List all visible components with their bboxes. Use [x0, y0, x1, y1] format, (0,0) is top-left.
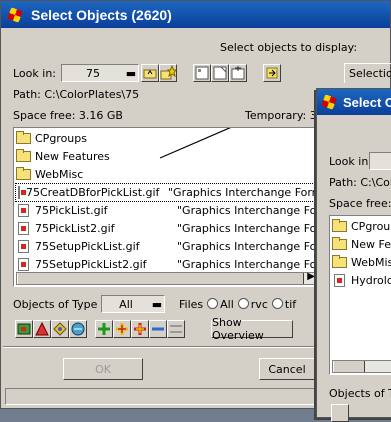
- add-all-icon[interactable]: [131, 320, 149, 338]
- second-file-list[interactable]: CPgroup New Fe WebMisc Hydrolo: [329, 215, 391, 375]
- file-name: Hydrolo: [351, 274, 391, 287]
- second-select-objects-window: Select O Look in: Path: C:\Colo Space fr…: [316, 88, 391, 422]
- gif-file-icon: [18, 258, 29, 271]
- folder-icon: [332, 219, 347, 232]
- files-filter-label: Files All rvc tif: [179, 298, 296, 311]
- second-look-in-dropdown[interactable]: [369, 152, 391, 170]
- list-item[interactable]: 75PickList2.gif "Graphics Interchange Fo…: [16, 220, 348, 237]
- horizontal-scrollbar[interactable]: ▶: [16, 271, 318, 285]
- file-name: 75SetupPickList.gif: [35, 240, 140, 253]
- file-name: CPgroup: [351, 220, 391, 233]
- show-overview-button[interactable]: Show Overview: [211, 316, 293, 342]
- file-name: New Fe: [351, 238, 391, 251]
- new-folder-icon[interactable]: [229, 64, 247, 82]
- title-bar[interactable]: Select Objects (2620): [1, 1, 390, 28]
- cad-select-icon[interactable]: [51, 320, 69, 338]
- file-name: CPgroups: [35, 132, 87, 145]
- look-in-label: Look in:: [13, 67, 56, 80]
- file-name: WebMisc: [351, 256, 391, 269]
- gif-file-icon: [18, 204, 29, 217]
- list-item-selected[interactable]: 75CreatDBforPickList.gif "Graphics Inter…: [15, 183, 339, 202]
- list-item[interactable]: CPgroups: [16, 130, 87, 147]
- filter-rvc-label: rvc: [250, 298, 268, 311]
- folder-icon: [16, 149, 31, 162]
- files-label: Files: [179, 298, 204, 311]
- second-horizontal-scrollbar[interactable]: [332, 360, 391, 373]
- scrollbar-thumb[interactable]: [333, 361, 365, 372]
- file-icon: [334, 274, 345, 287]
- tin-select-icon[interactable]: [69, 320, 87, 338]
- second-path-text: Path: C:\Colo: [329, 176, 391, 189]
- vector-select-icon[interactable]: [33, 320, 51, 338]
- file-name: 75CreatDBforPickList.gif: [26, 186, 160, 199]
- raster-select-icon[interactable]: [15, 320, 33, 338]
- radio-rvc[interactable]: [237, 298, 249, 309]
- radio-all[interactable]: [207, 298, 219, 309]
- objects-of-type-value: All: [119, 297, 133, 311]
- gif-file-icon: [18, 222, 29, 235]
- objects-of-type-label: Objects of Type: [13, 298, 98, 311]
- window-title: Select Objects (2620): [31, 6, 172, 23]
- dropdown-arrow-icon: ▬: [151, 297, 163, 311]
- file-name: 75PickList2.gif: [35, 222, 115, 235]
- folder-icon: [332, 237, 347, 250]
- temporary-space-text: Temporary: 3.2: [245, 109, 328, 122]
- add-green-icon[interactable]: [95, 320, 113, 338]
- app-icon: [321, 94, 339, 110]
- file-name: New Features: [35, 150, 110, 163]
- status-bar: [5, 388, 323, 405]
- file-type: "Graphics Interchange Format": [168, 186, 339, 199]
- list-item[interactable]: WebMisc: [16, 166, 83, 183]
- list-item[interactable]: New Fe: [332, 236, 391, 253]
- ok-button[interactable]: OK: [63, 358, 143, 380]
- file-name: 75SetupPickList2.gif: [35, 258, 147, 271]
- list-item[interactable]: CPgroup: [332, 218, 391, 235]
- path-text: Path: C:\ColorPlates\75: [13, 88, 140, 101]
- second-window-title: Select O: [343, 94, 391, 110]
- list-item[interactable]: 75SetupPickList2.gif "Graphics Interchan…: [16, 256, 348, 273]
- up-folder-icon[interactable]: [141, 64, 159, 82]
- second-space-free-text: Space free:: [329, 197, 391, 210]
- scroll-right-arrow-icon[interactable]: ▶: [307, 271, 315, 282]
- favorite-folder-icon[interactable]: [159, 64, 178, 82]
- dropdown-arrow-icon: ▬: [125, 66, 137, 80]
- cancel-button[interactable]: Cancel: [259, 358, 315, 380]
- file-name: WebMisc: [35, 168, 84, 181]
- remove-all-icon[interactable]: [167, 320, 185, 338]
- app-icon: [7, 6, 25, 23]
- look-in-value: 75: [86, 66, 100, 80]
- filter-tif-label: tif: [284, 298, 297, 311]
- scrollbar-thumb[interactable]: [17, 273, 304, 284]
- details-view-icon[interactable]: [211, 64, 229, 82]
- prompt-label: Select objects to display:: [220, 41, 358, 54]
- navigate-forward-icon[interactable]: [263, 64, 281, 82]
- radio-tif[interactable]: [271, 298, 283, 309]
- gif-file-icon: [18, 186, 26, 199]
- space-free-text: Space free: 3.16 GB: [13, 109, 123, 122]
- selection-panel-label: Selection: [344, 63, 391, 83]
- gif-file-icon: [18, 240, 29, 253]
- file-name: 75PickList.gif: [35, 204, 108, 217]
- list-item[interactable]: 75SetupPickList.gif "Graphics Interchang…: [16, 238, 348, 255]
- list-item[interactable]: 75PickList.gif "Graphics Interchange For…: [16, 202, 348, 219]
- list-item[interactable]: WebMisc: [332, 254, 391, 271]
- second-look-in-label: Look in:: [329, 155, 372, 168]
- second-objects-of-type-label: Objects of Ty: [329, 387, 391, 400]
- list-view-icon[interactable]: [193, 64, 211, 82]
- raster-select-icon[interactable]: [331, 404, 349, 422]
- file-list[interactable]: CPgroups New Features WebMisc 75CreatDBf…: [13, 127, 348, 287]
- filter-all-label: All: [220, 298, 234, 311]
- look-in-dropdown[interactable]: 75 ▬: [61, 64, 139, 82]
- folder-icon: [16, 167, 31, 180]
- add-multi-icon[interactable]: [113, 320, 131, 338]
- remove-icon[interactable]: [149, 320, 167, 338]
- list-item[interactable]: New Features: [16, 148, 110, 165]
- objects-of-type-dropdown[interactable]: All ▬: [101, 295, 165, 313]
- folder-icon: [332, 255, 347, 268]
- list-item[interactable]: Hydrolo: [332, 272, 391, 289]
- second-title-bar[interactable]: Select O: [317, 89, 391, 115]
- folder-icon: [16, 131, 31, 144]
